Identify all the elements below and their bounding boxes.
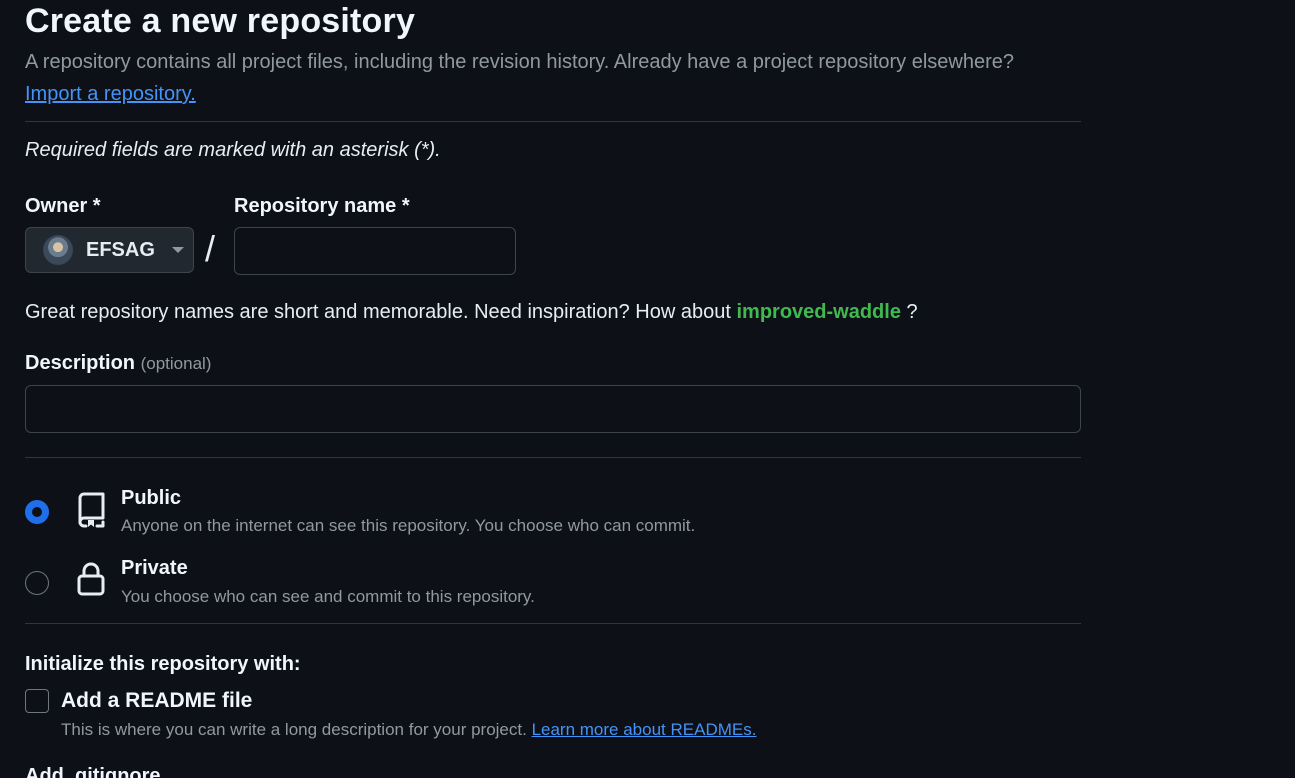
optional-tag: (optional) bbox=[140, 354, 212, 373]
import-repository-link[interactable]: Import a repository. bbox=[25, 83, 196, 106]
create-repository-page: Create a new repository A repository con… bbox=[0, 0, 1295, 778]
owner-dropdown[interactable]: EFSAG bbox=[25, 227, 194, 273]
hint-text: Great repository names are short and mem… bbox=[25, 301, 731, 323]
learn-more-readmes-link[interactable]: Learn more about READMEs. bbox=[532, 720, 757, 739]
required-fields-note: Required fields are marked with an aster… bbox=[25, 139, 441, 161]
owner-label: Owner * bbox=[25, 195, 101, 217]
page-subtitle: A repository contains all project files,… bbox=[25, 51, 1015, 73]
readme-description: This is where you can write a long descr… bbox=[61, 720, 756, 740]
private-radio[interactable] bbox=[25, 571, 49, 595]
hint-suffix: ? bbox=[906, 301, 918, 323]
repo-name-input[interactable] bbox=[234, 227, 516, 275]
divider bbox=[25, 121, 1081, 122]
private-option-description: You choose who can see and commit to thi… bbox=[121, 587, 535, 606]
repo-icon bbox=[78, 492, 105, 528]
repo-name-hint: Great repository names are short and mem… bbox=[25, 301, 918, 324]
initialize-heading: Initialize this repository with: bbox=[25, 653, 301, 675]
description-label-text: Description bbox=[25, 352, 136, 374]
public-option-description: Anyone on the internet can see this repo… bbox=[121, 516, 696, 535]
page-title: Create a new repository bbox=[25, 2, 416, 40]
owner-name: EFSAG bbox=[86, 238, 155, 261]
gitignore-heading: Add .gitignore bbox=[25, 765, 161, 778]
lock-icon bbox=[77, 562, 105, 596]
readme-description-text: This is where you can write a long descr… bbox=[61, 720, 527, 739]
name-suggestion[interactable]: improved-waddle bbox=[736, 301, 900, 323]
divider bbox=[25, 623, 1081, 624]
description-input[interactable] bbox=[25, 385, 1081, 433]
public-radio[interactable] bbox=[25, 500, 49, 524]
public-option-title: Public bbox=[121, 487, 182, 509]
private-option-title: Private bbox=[121, 557, 188, 579]
description-label: Description (optional) bbox=[25, 352, 211, 375]
readme-checkbox-label[interactable]: Add a README file bbox=[61, 689, 252, 713]
owner-repo-separator: / bbox=[205, 228, 216, 269]
divider bbox=[25, 457, 1081, 458]
caret-down-icon bbox=[171, 247, 184, 253]
avatar bbox=[43, 235, 73, 265]
readme-checkbox[interactable] bbox=[25, 689, 49, 713]
repo-name-label: Repository name * bbox=[234, 195, 410, 217]
